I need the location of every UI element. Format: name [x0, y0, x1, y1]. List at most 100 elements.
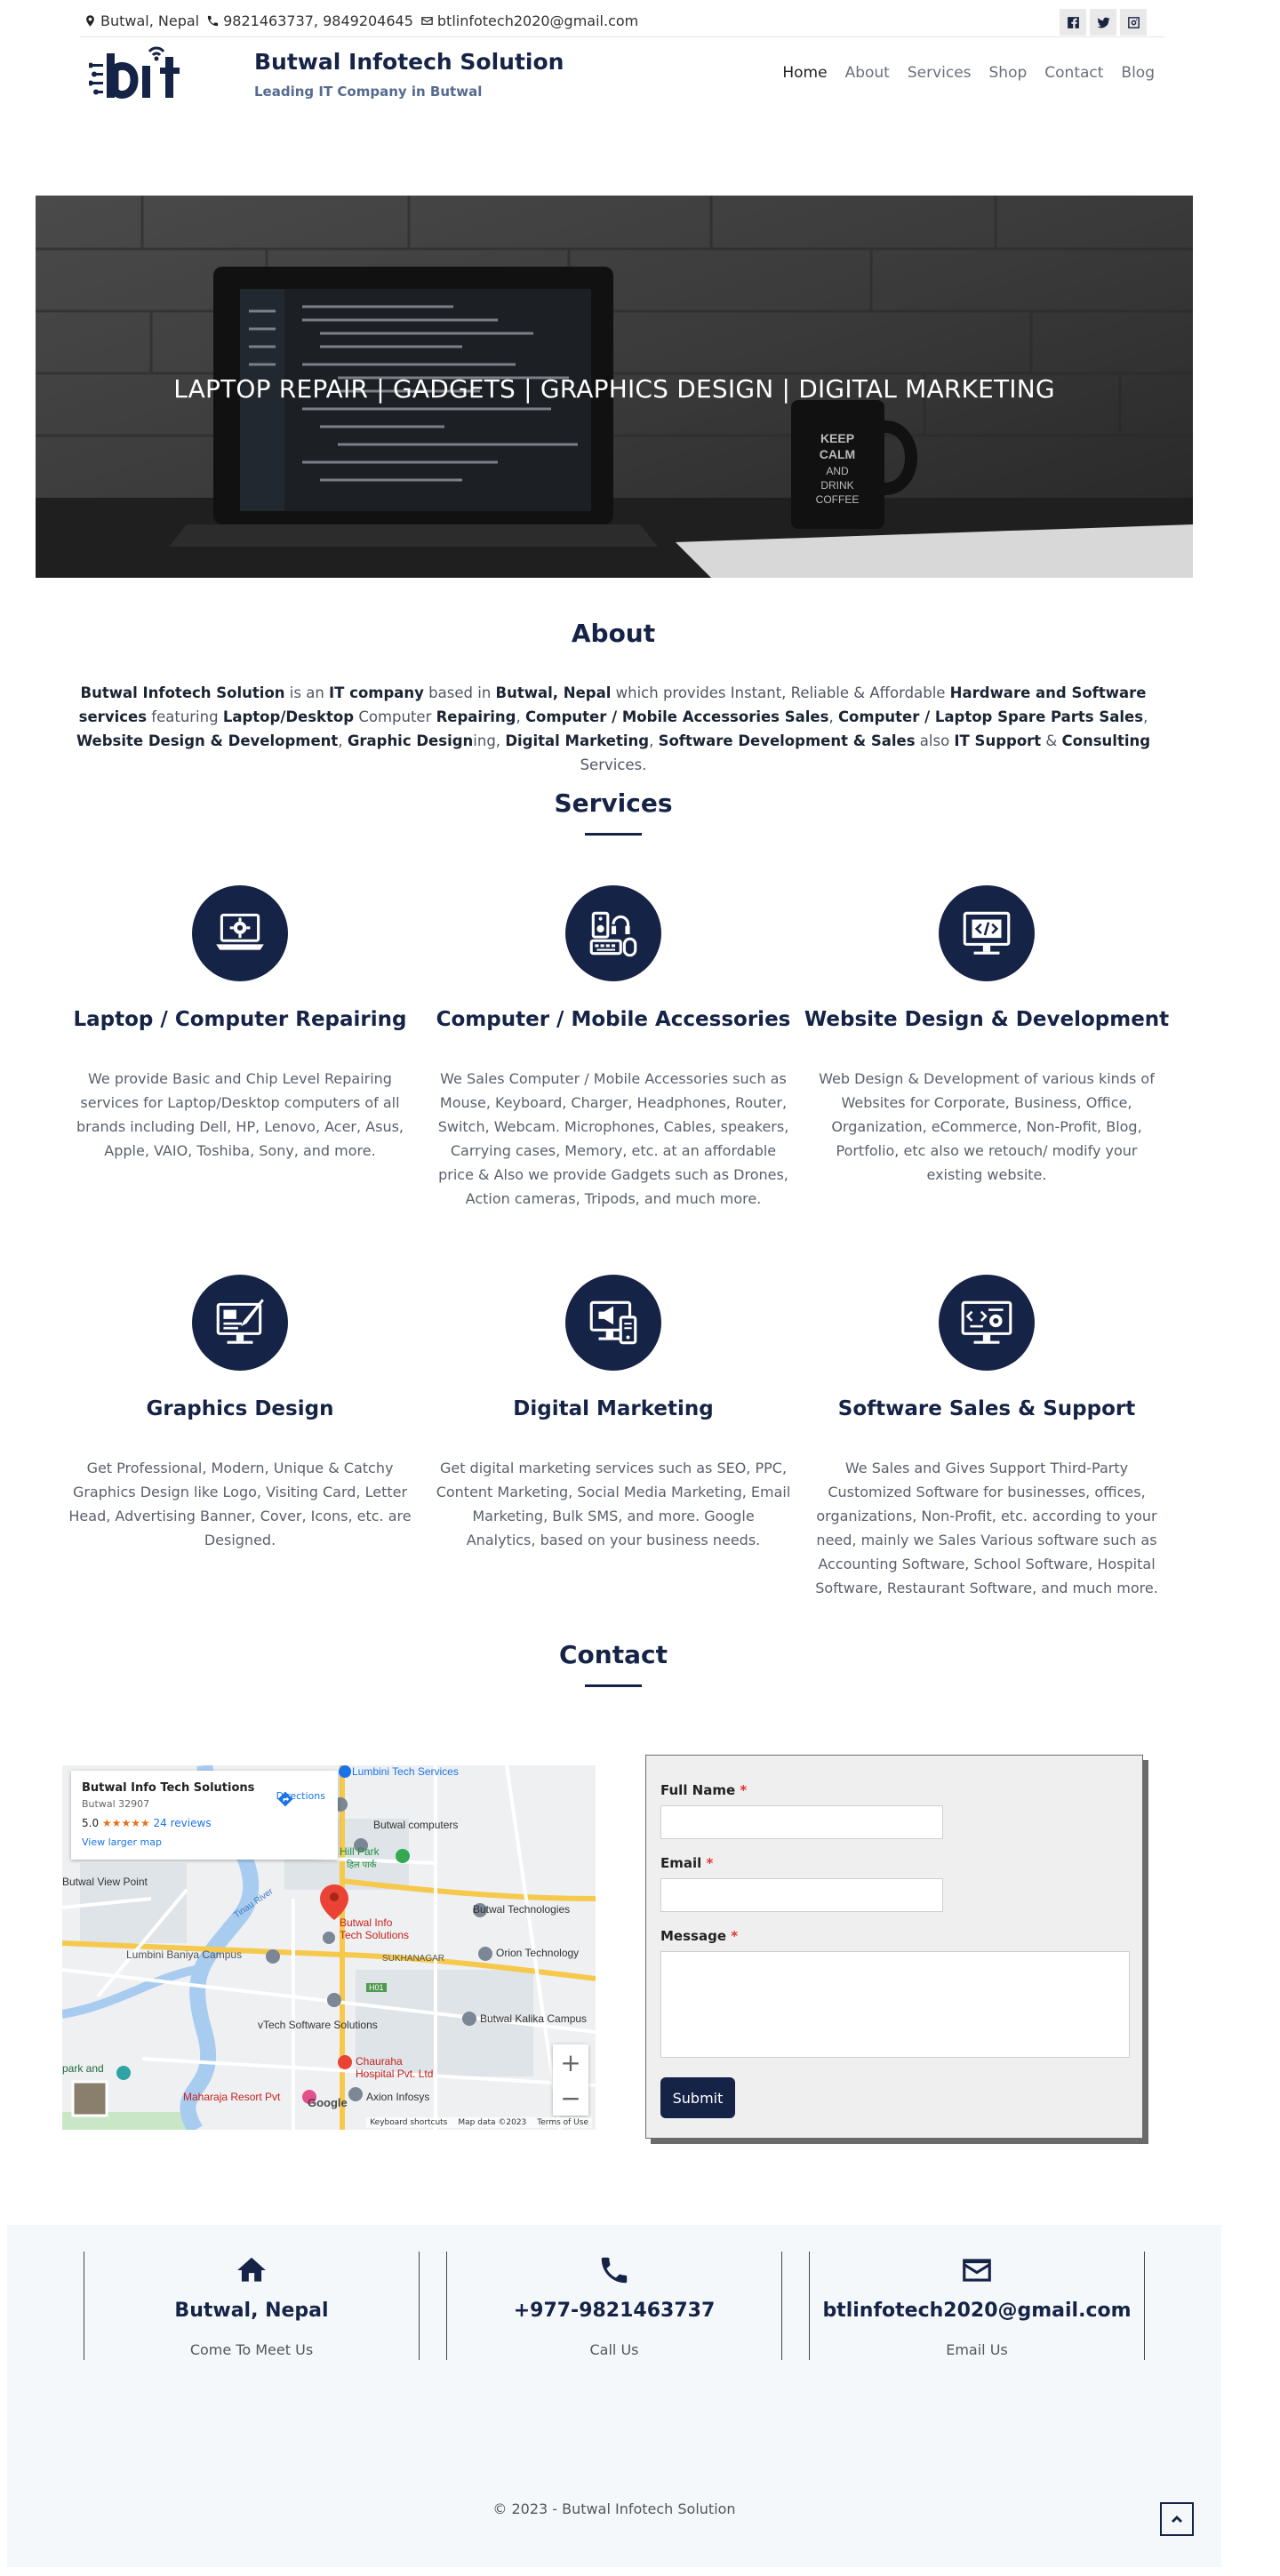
terms-link[interactable]: Terms of Use — [537, 2118, 588, 2127]
service-title: Graphics Design — [146, 1397, 334, 1420]
twitter-icon — [1096, 17, 1110, 28]
top-bar: Butwal, Nepal 9821463737, 9849204645 btl… — [80, 7, 1164, 37]
about-fragment: , — [1143, 708, 1148, 725]
instagram-icon — [1127, 16, 1140, 28]
map-place-label: Butwal Technologies — [473, 1903, 571, 1916]
map-place-label: Butwal View Point — [62, 1876, 148, 1888]
nav-blog[interactable]: Blog — [1121, 64, 1155, 82]
map-place-label: Orion Technology — [496, 1947, 580, 1959]
full-name-input[interactable] — [660, 1805, 943, 1839]
required-mark: * — [740, 1782, 748, 1798]
site-logo[interactable] — [88, 41, 200, 108]
about-fragment: which provides Instant, Reliable & Affor… — [611, 684, 950, 701]
map-place-label: park and — [62, 2062, 104, 2075]
facebook-link[interactable] — [1060, 9, 1086, 36]
directions-button[interactable]: Directions — [276, 1790, 325, 1807]
zoom-out-button[interactable]: − — [553, 2080, 588, 2116]
service-card-digital-marketing: Digital Marketing Get digital marketing … — [427, 1275, 800, 1552]
about-highlight: Butwal, Nepal — [495, 684, 612, 701]
nav-shop[interactable]: Shop — [989, 64, 1028, 82]
about-fragment: , — [516, 708, 525, 725]
top-phones[interactable]: 9821463737, 9849204645 — [223, 12, 413, 29]
about-highlight: Computer / Laptop Spare Parts Sales — [837, 708, 1144, 725]
service-title: Digital Marketing — [513, 1397, 714, 1420]
map-place-label: SUKHANAGAR — [382, 1954, 445, 1964]
nav-about[interactable]: About — [845, 64, 890, 82]
mug-text-4: DRINK — [820, 479, 853, 492]
footer-address-sub: Come To Meet Us — [189, 2341, 314, 2358]
map-data-text: Map data ©2023 — [458, 2118, 527, 2127]
about-highlight: Computer / Mobile Accessories Sales — [524, 708, 829, 725]
instagram-link[interactable] — [1120, 9, 1147, 36]
top-location: Butwal, Nepal — [100, 12, 200, 29]
message-textarea[interactable] — [660, 1951, 1130, 2058]
nav-services[interactable]: Services — [908, 64, 972, 82]
google-logo: Google — [308, 2096, 348, 2109]
about-highlight: Website Design & Development — [76, 732, 339, 749]
reviews-link[interactable]: 24 reviews — [154, 1817, 212, 1829]
twitter-link[interactable] — [1090, 9, 1116, 36]
about-highlight: IT Support — [954, 732, 1042, 749]
service-card-laptop-repairing: Laptop / Computer Repairing We provide B… — [53, 885, 427, 1163]
facebook-icon — [1067, 16, 1079, 28]
map-place-label: Hospital Pvt. Ltd — [356, 2068, 434, 2080]
main-nav: Home About Services Shop Contact Blog — [782, 64, 1155, 82]
rating-stars-icon: ★★★★★ — [101, 1817, 150, 1829]
map-place-label: Axion Infosys — [366, 2091, 430, 2103]
map-place-label: Butwal Kalika Campus — [480, 2012, 588, 2025]
map-place-label: vTech Software Solutions — [258, 2019, 378, 2031]
submit-button[interactable]: Submit — [660, 2077, 735, 2118]
required-mark: * — [731, 1928, 739, 1944]
service-card-graphics-design: Graphics Design Get Professional, Modern… — [53, 1275, 427, 1552]
brand-tagline: Leading IT Company in Butwal — [254, 84, 483, 100]
service-title: Software Sales & Support — [837, 1397, 1136, 1420]
about-fragment: , — [649, 732, 659, 749]
graphics-design-icon — [192, 1275, 288, 1371]
google-map[interactable]: Lumbini Tech Services Butwal computers H… — [62, 1765, 596, 2130]
zoom-in-button[interactable]: + — [553, 2044, 588, 2080]
phone-icon — [601, 2257, 628, 2284]
service-card-accessories: Computer / Mobile Accessories We Sales C… — [427, 885, 800, 1211]
about-highlight: Digital Marketing — [505, 732, 650, 749]
footer-email[interactable]: btlinfotech2020@gmail.com — [810, 2300, 1144, 2322]
footer-col-phone: +977-9821463737 Call Us — [446, 2252, 782, 2360]
map-zoom-controls: + − — [553, 2044, 588, 2116]
mug-text-3: AND — [826, 465, 849, 477]
map-place-label: Tech Solutions — [340, 1929, 410, 1941]
contact-heading: Contact — [559, 1640, 668, 1669]
about-text: Butwal Infotech Solution is an IT compan… — [62, 681, 1164, 777]
nav-contact[interactable]: Contact — [1044, 64, 1103, 82]
scroll-to-top-button[interactable] — [1160, 2502, 1194, 2536]
directions-icon — [277, 1791, 292, 1807]
home-icon — [237, 2257, 266, 2282]
map-place-label: Butwal computers — [373, 1819, 459, 1831]
full-name-label-text: Full Name — [660, 1782, 736, 1798]
brand: Butwal Infotech Solution Leading IT Comp… — [254, 49, 564, 100]
accessories-icon — [565, 885, 661, 981]
about-highlight: Laptop/Desktop — [222, 708, 355, 725]
about-fragment: , — [828, 708, 838, 725]
message-label: Message * — [660, 1928, 738, 1944]
digital-marketing-icon — [565, 1275, 661, 1371]
about-fragment: Computer — [354, 708, 436, 725]
services-underline — [585, 833, 642, 836]
top-email[interactable]: btlinfotech2020@gmail.com — [437, 12, 638, 29]
about-heading: About — [571, 619, 656, 648]
bit-logo-icon — [88, 46, 180, 99]
about-highlight: Repairing — [436, 708, 516, 725]
map-place-label: Hill Park — [340, 1845, 380, 1858]
view-larger-map-link[interactable]: View larger map — [82, 1836, 327, 1848]
message-label-text: Message — [660, 1928, 726, 1944]
footer-phone[interactable]: +977-9821463737 — [447, 2300, 781, 2322]
nav-home[interactable]: Home — [782, 64, 827, 82]
email-input[interactable] — [660, 1878, 943, 1912]
hero-banner: KEEP CALM AND DRINK COFFEE LAPTOP REPAIR… — [36, 196, 1193, 578]
map-place-label: Butwal Info — [340, 1916, 393, 1929]
map-info-card: Butwal Info Tech Solutions Butwal 32907 … — [71, 1771, 338, 1860]
contact-underline — [585, 1684, 642, 1687]
mug-text-1: KEEP — [820, 431, 854, 445]
service-title: Laptop / Computer Repairing — [73, 1008, 407, 1031]
keyboard-shortcuts-link[interactable]: Keyboard shortcuts — [370, 2118, 447, 2127]
brand-name[interactable]: Butwal Infotech Solution — [254, 49, 564, 75]
footer-address: Butwal, Nepal — [174, 2300, 329, 2322]
